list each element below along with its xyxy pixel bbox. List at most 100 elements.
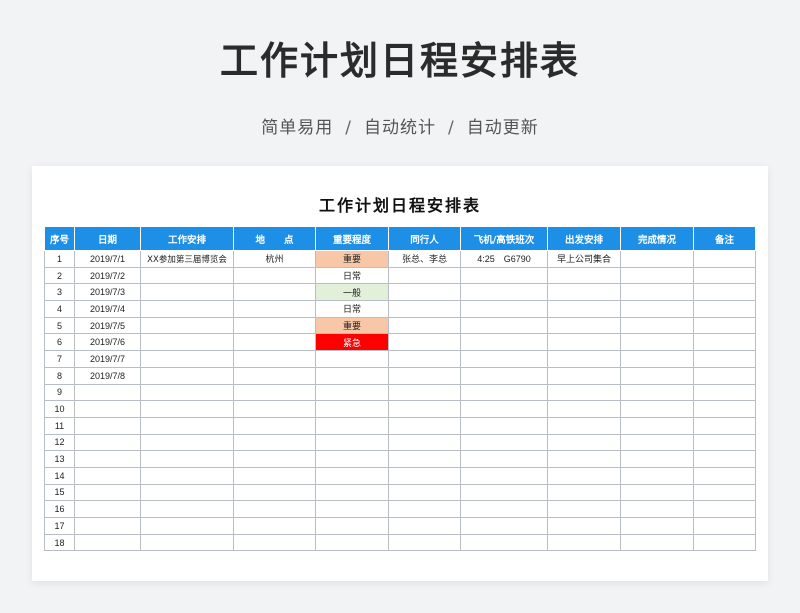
cell-no[interactable]: 16 [44,500,75,518]
cell-note[interactable] [693,266,756,285]
cell-companions[interactable] [388,316,461,335]
cell-transport[interactable] [460,316,548,335]
cell-task[interactable] [140,283,234,302]
cell-date[interactable]: 2019/7/8 [74,366,141,385]
cell-no[interactable]: 18 [44,533,75,552]
cell-note[interactable] [693,533,756,552]
cell-task[interactable] [140,483,234,502]
cell-priority[interactable]: 重要 [315,316,389,335]
cell-date[interactable] [74,400,141,418]
cell-transport[interactable] [460,483,548,502]
cell-priority[interactable] [315,450,389,468]
cell-date[interactable]: 2019/7/3 [74,283,141,302]
cell-departure[interactable] [547,350,621,368]
cell-note[interactable] [693,366,756,385]
cell-transport[interactable] [460,450,548,468]
cell-departure[interactable]: 早上公司集合 [547,250,621,268]
cell-no[interactable]: 1 [44,250,75,268]
cell-no[interactable]: 9 [44,383,75,402]
cell-task[interactable] [140,416,234,435]
cell-companions[interactable] [388,416,461,435]
cell-transport[interactable] [460,350,548,368]
cell-companions[interactable] [388,433,461,452]
cell-note[interactable] [693,333,756,352]
cell-departure[interactable] [547,533,621,552]
cell-transport[interactable] [460,517,548,535]
cell-transport[interactable] [460,416,548,435]
cell-place[interactable] [233,333,316,352]
cell-task[interactable] [140,266,234,285]
cell-date[interactable] [74,466,141,485]
cell-place[interactable]: 杭州 [233,250,316,268]
cell-no[interactable]: 8 [44,366,75,385]
cell-status[interactable] [620,533,694,552]
cell-task[interactable] [140,366,234,385]
cell-note[interactable] [693,466,756,485]
cell-place[interactable] [233,383,316,402]
cell-place[interactable] [233,400,316,418]
cell-priority[interactable]: 日常 [315,300,389,318]
cell-status[interactable] [620,400,694,418]
cell-priority[interactable] [315,533,389,552]
cell-place[interactable] [233,266,316,285]
cell-note[interactable] [693,517,756,535]
cell-status[interactable] [620,466,694,485]
cell-note[interactable] [693,300,756,318]
cell-priority[interactable] [315,366,389,385]
cell-date[interactable]: 2019/7/4 [74,300,141,318]
cell-place[interactable] [233,316,316,335]
cell-no[interactable]: 17 [44,517,75,535]
cell-date[interactable] [74,450,141,468]
cell-place[interactable] [233,366,316,385]
cell-departure[interactable] [547,450,621,468]
cell-date[interactable] [74,433,141,452]
cell-no[interactable]: 15 [44,483,75,502]
cell-task[interactable] [140,400,234,418]
cell-companions[interactable] [388,300,461,318]
cell-no[interactable]: 12 [44,433,75,452]
cell-no[interactable]: 5 [44,316,75,335]
cell-companions[interactable] [388,383,461,402]
cell-task[interactable]: XX参加第三届博览会 [140,250,234,268]
cell-date[interactable]: 2019/7/2 [74,266,141,285]
cell-task[interactable] [140,533,234,552]
cell-no[interactable]: 10 [44,400,75,418]
cell-status[interactable] [620,266,694,285]
cell-departure[interactable] [547,300,621,318]
cell-no[interactable]: 3 [44,283,75,302]
cell-no[interactable]: 7 [44,350,75,368]
cell-departure[interactable] [547,333,621,352]
cell-transport[interactable] [460,466,548,485]
cell-departure[interactable] [547,366,621,385]
cell-status[interactable] [620,433,694,452]
cell-status[interactable] [620,283,694,302]
cell-companions[interactable] [388,500,461,518]
cell-companions[interactable] [388,266,461,285]
cell-transport[interactable] [460,500,548,518]
cell-transport[interactable] [460,366,548,385]
cell-status[interactable] [620,350,694,368]
cell-companions[interactable] [388,483,461,502]
cell-place[interactable] [233,283,316,302]
cell-status[interactable] [620,300,694,318]
cell-note[interactable] [693,450,756,468]
cell-companions[interactable] [388,283,461,302]
cell-priority[interactable]: 日常 [315,266,389,285]
cell-companions[interactable] [388,350,461,368]
cell-date[interactable]: 2019/7/5 [74,316,141,335]
cell-date[interactable]: 2019/7/7 [74,350,141,368]
cell-place[interactable] [233,450,316,468]
cell-task[interactable] [140,500,234,518]
cell-note[interactable] [693,416,756,435]
cell-companions[interactable] [388,533,461,552]
cell-priority[interactable] [315,416,389,435]
cell-place[interactable] [233,483,316,502]
cell-companions[interactable]: 张总、李总 [388,250,461,268]
cell-no[interactable]: 13 [44,450,75,468]
cell-status[interactable] [620,333,694,352]
cell-companions[interactable] [388,450,461,468]
cell-status[interactable] [620,483,694,502]
cell-transport[interactable] [460,533,548,552]
cell-task[interactable] [140,383,234,402]
cell-departure[interactable] [547,416,621,435]
